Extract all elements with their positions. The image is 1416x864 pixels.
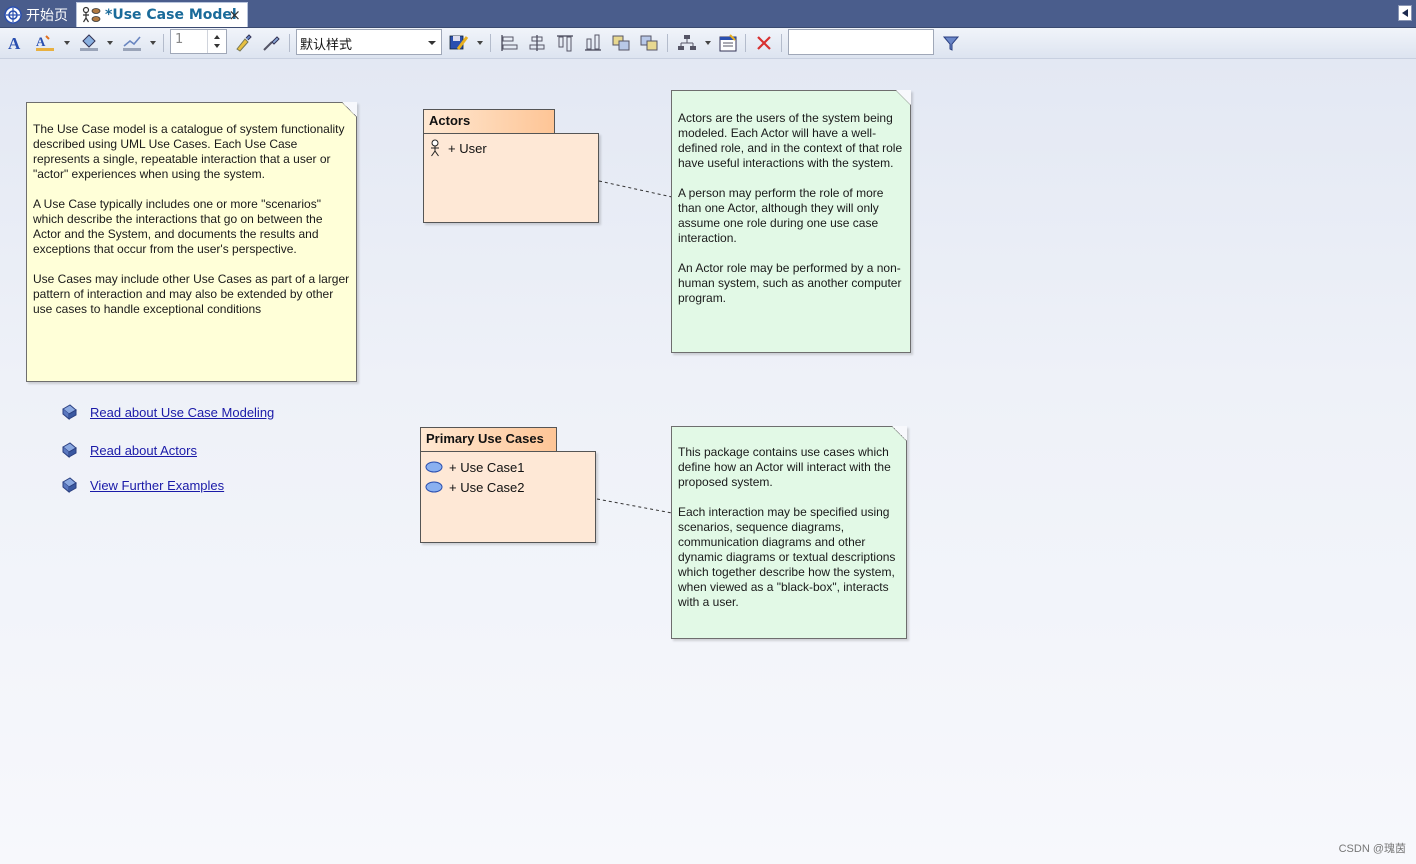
apply-style-brush-icon[interactable] <box>232 32 254 54</box>
same-width-icon[interactable] <box>610 32 632 54</box>
align-bottom-icon[interactable] <box>582 32 604 54</box>
filter-input[interactable] <box>788 29 934 55</box>
layout-diagram-icon[interactable] <box>676 32 698 54</box>
hyperlink-icon <box>60 441 78 459</box>
toolbar-separator <box>667 34 668 52</box>
use-cases-note-paragraph-1: This package contains use cases which de… <box>678 445 891 489</box>
actors-package[interactable]: + User <box>423 133 599 223</box>
save-style-dropdown-caret[interactable] <box>477 41 483 45</box>
note-fold-line <box>896 90 911 105</box>
intro-note-paragraph-1: The Use Case model is a catalogue of sys… <box>33 122 345 181</box>
use-case-diagram-icon <box>81 6 101 24</box>
tab-start-page[interactable]: 开始页 <box>0 2 74 27</box>
toolbar-separator <box>163 34 164 52</box>
align-center-icon[interactable] <box>526 32 548 54</box>
link-actors[interactable]: Read about Actors <box>90 443 197 458</box>
svg-text:A: A <box>8 34 21 52</box>
delete-icon[interactable] <box>753 32 775 54</box>
package-item-label: + Use Case2 <box>449 479 525 495</box>
tab-scroll-left-button[interactable] <box>1398 5 1412 21</box>
close-tab-icon[interactable]: × <box>228 6 241 24</box>
line-width-spinner[interactable]: 1 <box>170 29 227 54</box>
actor-icon <box>428 139 442 157</box>
line-color-dropdown-caret[interactable] <box>150 41 156 45</box>
intro-note[interactable]: The Use Case model is a catalogue of sys… <box>26 102 357 382</box>
package-item-use-case1[interactable]: + Use Case1 <box>425 458 525 476</box>
document-tab-bar: 开始页 *Use Case Model × <box>0 0 1416 28</box>
use-cases-note-link[interactable] <box>596 498 673 514</box>
get-style-pipette-icon[interactable] <box>260 32 282 54</box>
font-icon[interactable]: A <box>4 32 26 54</box>
hyperlink-icon <box>60 403 78 421</box>
spinner-down-icon[interactable] <box>214 44 220 48</box>
package-item-label: + User <box>448 140 487 156</box>
start-page-icon <box>4 5 22 24</box>
diagram-properties-icon[interactable] <box>717 32 739 54</box>
actors-note-paragraph-2: A person may perform the role of more th… <box>678 186 884 245</box>
actors-package-tab[interactable]: Actors <box>423 109 555 134</box>
style-select[interactable]: 默认样式 <box>296 29 442 55</box>
filter-icon[interactable] <box>940 32 962 54</box>
use-cases-package[interactable]: + Use Case1 + Use Case2 <box>420 451 596 543</box>
use-case-icon <box>425 461 443 473</box>
font-color-dropdown-caret[interactable] <box>64 41 70 45</box>
save-style-icon[interactable] <box>448 32 470 54</box>
use-cases-package-tab[interactable]: Primary Use Cases <box>420 427 557 452</box>
hyperlink-icon <box>60 476 78 494</box>
watermark: CSDN @瑰茵 <box>1338 843 1406 855</box>
intro-note-paragraph-3: Use Cases may include other Use Cases as… <box>33 272 350 316</box>
align-top-icon[interactable] <box>554 32 576 54</box>
line-width-value: 1 <box>175 32 184 47</box>
same-height-icon[interactable] <box>638 32 660 54</box>
align-left-icon[interactable] <box>498 32 520 54</box>
tab-start-page-label: 开始页 <box>26 7 68 24</box>
fill-color-dropdown-caret[interactable] <box>107 41 113 45</box>
toolbar-separator <box>289 34 290 52</box>
style-select-value: 默认样式 <box>300 38 353 53</box>
actors-note[interactable]: Actors are the users of the system being… <box>671 90 911 353</box>
svg-text:A: A <box>36 34 46 49</box>
package-item-label: + Use Case1 <box>449 459 525 475</box>
actors-note-paragraph-3: An Actor role may be performed by a non-… <box>678 261 902 305</box>
link-actors-row[interactable]: Read about Actors <box>60 441 197 459</box>
toolbar-separator <box>490 34 491 52</box>
diagram-canvas[interactable]: The Use Case model is a catalogue of sys… <box>0 59 1416 864</box>
layout-dropdown-caret[interactable] <box>705 41 711 45</box>
tab-use-case-model-label: *Use Case Model <box>105 7 237 23</box>
line-color-icon[interactable] <box>121 32 143 54</box>
spinner-up-icon[interactable] <box>214 35 220 39</box>
toolbar-separator <box>781 34 782 52</box>
package-item-user[interactable]: + User <box>428 139 487 157</box>
intro-note-paragraph-2: A Use Case typically includes one or mor… <box>33 197 323 256</box>
use-cases-note[interactable]: This package contains use cases which de… <box>671 426 907 639</box>
actors-package-title: Actors <box>429 113 471 128</box>
note-fold-line <box>342 102 357 117</box>
use-cases-note-paragraph-2: Each interaction may be specified using … <box>678 505 896 609</box>
link-further-examples[interactable]: View Further Examples <box>90 478 224 493</box>
link-further-examples-row[interactable]: View Further Examples <box>60 476 224 494</box>
font-color-icon[interactable]: A <box>34 32 56 54</box>
actors-note-link[interactable] <box>598 180 673 198</box>
tab-use-case-model[interactable]: *Use Case Model × <box>76 2 248 27</box>
actors-note-paragraph-1: Actors are the users of the system being… <box>678 111 903 170</box>
link-use-case-modeling[interactable]: Read about Use Case Modeling <box>90 405 274 420</box>
use-case-icon <box>425 481 443 493</box>
package-item-use-case2[interactable]: + Use Case2 <box>425 478 525 496</box>
spinner-arrows <box>207 30 226 53</box>
chevron-down-icon <box>428 41 436 45</box>
link-use-case-modeling-row[interactable]: Read about Use Case Modeling <box>60 403 274 421</box>
fill-color-icon[interactable] <box>78 32 100 54</box>
use-cases-package-title: Primary Use Cases <box>426 431 544 446</box>
note-fold-line <box>892 426 907 441</box>
toolbar-separator <box>745 34 746 52</box>
